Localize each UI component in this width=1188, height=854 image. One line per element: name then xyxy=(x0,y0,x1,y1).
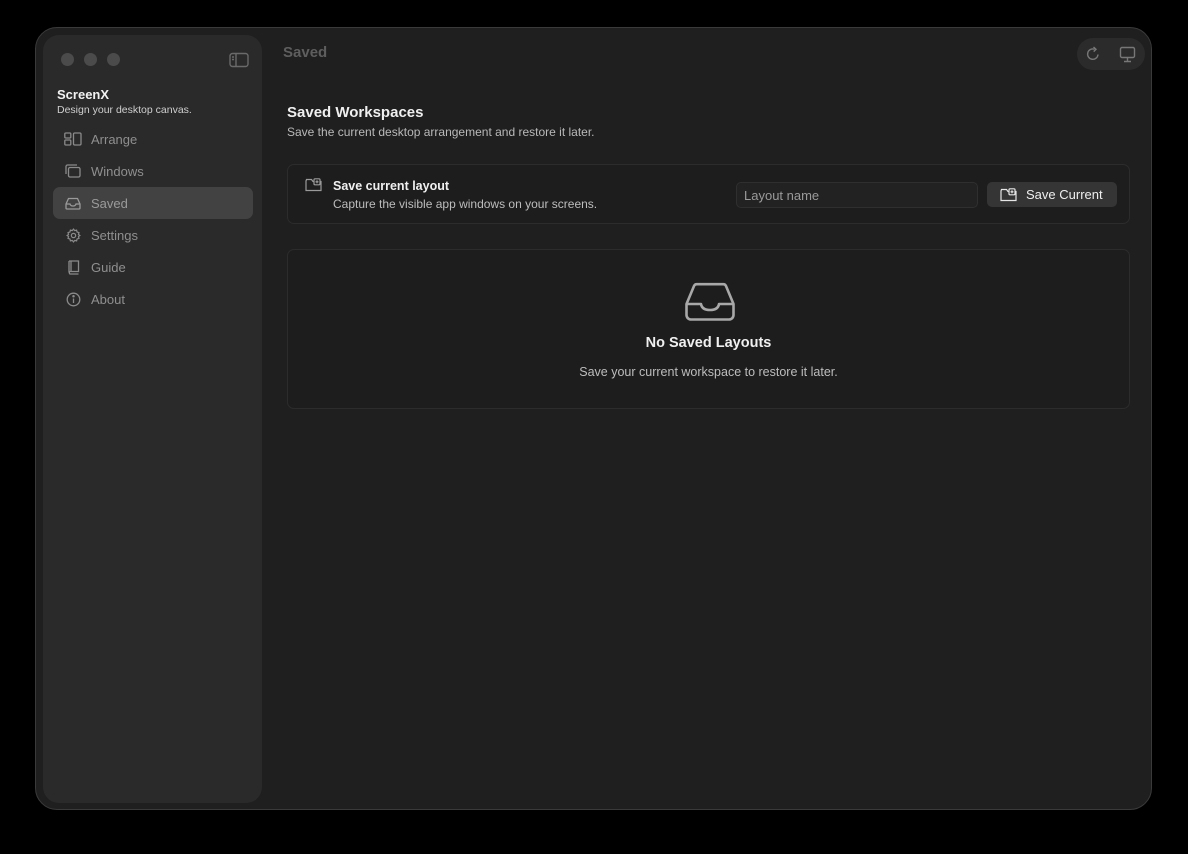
sidebar-item-guide[interactable]: Guide xyxy=(53,251,253,283)
sidebar-item-label: About xyxy=(91,291,125,307)
windows-icon xyxy=(64,162,82,180)
folder-add-icon xyxy=(1000,187,1018,202)
sidebar-nav: Arrange Windows Saved Settings Guide Abo… xyxy=(53,123,253,315)
sidebar-item-arrange[interactable]: Arrange xyxy=(53,123,253,155)
sidebar-item-label: Guide xyxy=(91,259,126,275)
empty-state-subtitle: Save your current workspace to restore i… xyxy=(579,365,838,379)
app-tagline: Design your desktop canvas. xyxy=(57,104,192,116)
sidebar-item-settings[interactable]: Settings xyxy=(53,219,253,251)
gear-icon xyxy=(64,226,82,244)
sidebar-item-saved[interactable]: Saved xyxy=(53,187,253,219)
info-icon xyxy=(64,290,82,308)
save-current-label: Save Current xyxy=(1026,187,1103,202)
sidebar-item-label: Settings xyxy=(91,227,138,243)
section-title: Saved Workspaces xyxy=(287,104,424,121)
layout-name-input[interactable] xyxy=(736,182,978,208)
saved-tray-icon xyxy=(64,194,82,212)
empty-state-card: No Saved Layouts Save your current works… xyxy=(287,249,1130,409)
section-subtitle: Save the current desktop arrangement and… xyxy=(287,125,595,139)
empty-state-title: No Saved Layouts xyxy=(645,335,772,351)
sidebar-item-label: Saved xyxy=(91,195,128,211)
sidebar-item-label: Windows xyxy=(91,163,144,179)
app-name: ScreenX xyxy=(57,87,110,102)
save-current-button[interactable]: Save Current xyxy=(987,182,1117,207)
app-window: ScreenX Design your desktop canvas. Arra… xyxy=(35,27,1152,810)
inbox-tray-icon xyxy=(684,282,736,322)
arrange-icon xyxy=(64,130,82,148)
sidebar-item-about[interactable]: About xyxy=(53,283,253,315)
main-content: Saved Workspaces Save the current deskto… xyxy=(287,28,1151,809)
zoom-window-button[interactable] xyxy=(107,53,120,66)
sidebar: ScreenX Design your desktop canvas. Arra… xyxy=(43,35,262,803)
sidebar-item-label: Arrange xyxy=(91,131,138,147)
close-window-button[interactable] xyxy=(61,53,74,66)
sidebar-item-windows[interactable]: Windows xyxy=(53,155,253,187)
save-card-title: Save current layout xyxy=(333,179,450,193)
book-icon xyxy=(64,258,82,276)
minimize-window-button[interactable] xyxy=(84,53,97,66)
sidebar-toggle-icon[interactable] xyxy=(229,52,249,68)
save-layout-card: Save current layout Capture the visible … xyxy=(287,164,1130,224)
folder-add-icon xyxy=(305,178,323,197)
save-card-subtitle: Capture the visible app windows on your … xyxy=(333,197,598,211)
